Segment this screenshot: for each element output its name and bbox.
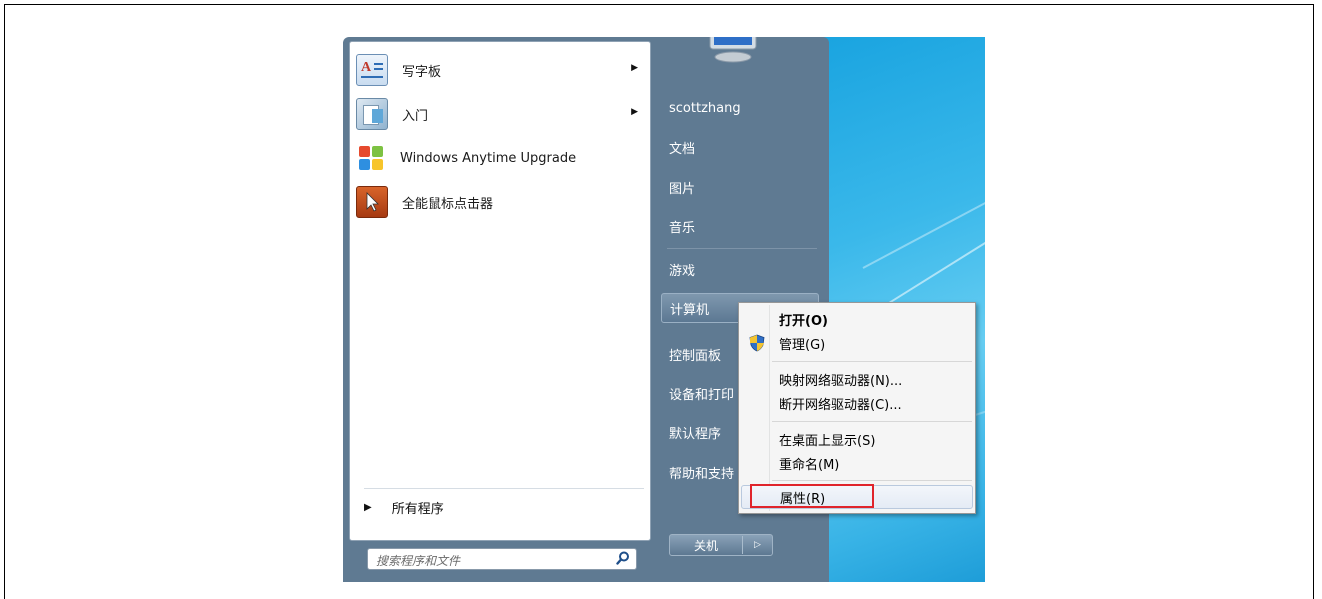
context-menu-rename[interactable]: 重命名(M) [741,451,973,475]
context-menu-separator [772,480,972,481]
menu-item-label: 打开(O) [779,313,828,329]
user-picture-icon[interactable] [698,37,768,67]
mouse-clicker-icon [356,186,388,218]
computer-context-menu: 打开(O) 管理(G) 映射网络驱动器(N)... 断开网络驱动器(C)... … [738,302,976,514]
places-item-pictures[interactable]: 图片 [661,172,819,202]
all-programs-button[interactable]: ▶ 所有程序 [354,492,646,522]
getting-started-icon [356,98,388,130]
context-menu-separator [772,421,972,422]
program-label: Windows Anytime Upgrade [400,150,577,166]
annotation-highlight-box [750,484,874,508]
menu-item-label: 重命名(M) [779,457,840,473]
submenu-arrow-icon: ▶ [631,107,638,117]
context-menu-disconnect-drive[interactable]: 断开网络驱动器(C)... [741,391,973,415]
expand-arrow-icon: ▶ [364,501,372,513]
windows-logo-icon [356,143,386,173]
program-label: 全能鼠标点击器 [402,196,494,212]
context-menu-show-on-desktop[interactable]: 在桌面上显示(S) [741,427,973,451]
uac-shield-icon [749,334,765,352]
shutdown-options-arrow-icon[interactable]: ▷ [743,540,772,550]
places-item-label: 控制面板 [669,348,722,364]
places-item-user[interactable]: scottzhang [661,93,819,123]
places-item-label: 计算机 [670,302,710,318]
search-bar: 搜索程序和文件 [349,542,649,578]
program-item-wordpad[interactable]: A 写字板 ▶ [352,50,648,90]
program-item-mouse-clicker[interactable]: 全能鼠标点击器 [352,182,648,222]
places-item-label: 图片 [669,181,696,197]
places-item-games[interactable]: 游戏 [661,254,819,284]
menu-item-label: 断开网络驱动器(C)... [779,397,902,413]
search-input[interactable]: 搜索程序和文件 [367,548,637,570]
program-item-getting-started[interactable]: 入门 ▶ [352,94,648,134]
places-item-label: 帮助和支持 [669,466,735,482]
search-placeholder: 搜索程序和文件 [376,554,461,568]
places-item-label: 默认程序 [669,426,722,442]
all-programs-label: 所有程序 [391,501,444,517]
places-separator [667,248,817,249]
wordpad-icon: A [356,54,388,86]
context-menu-separator [772,361,972,362]
context-menu-manage[interactable]: 管理(G) [741,331,973,355]
shutdown-button-group: 关机 ▷ [669,534,773,556]
places-item-label: 游戏 [669,263,696,279]
start-menu-programs-pane: A 写字板 ▶ 入门 ▶ Windows Anytime Upgrade 全能鼠… [349,41,651,541]
submenu-arrow-icon: ▶ [631,63,638,73]
places-item-label: 设备和打印 [669,387,735,403]
all-programs-separator [364,488,644,489]
context-menu-open[interactable]: 打开(O) [741,307,973,331]
places-item-label: scottzhang [669,100,741,116]
wallpaper-streak [862,192,985,269]
context-menu-map-drive[interactable]: 映射网络驱动器(N)... [741,367,973,391]
shutdown-button[interactable]: 关机 [670,537,742,554]
menu-item-label: 映射网络驱动器(N)... [779,373,903,389]
places-item-label: 文档 [669,141,696,157]
program-label: 入门 [402,108,429,124]
places-item-documents[interactable]: 文档 [661,132,819,162]
menu-item-label: 在桌面上显示(S) [779,433,876,449]
places-item-music[interactable]: 音乐 [661,211,819,241]
menu-item-label: 管理(G) [779,337,826,353]
program-item-anytime-upgrade[interactable]: Windows Anytime Upgrade [352,138,648,178]
search-icon[interactable] [616,551,630,565]
places-item-label: 音乐 [669,220,696,236]
program-label: 写字板 [402,64,442,80]
